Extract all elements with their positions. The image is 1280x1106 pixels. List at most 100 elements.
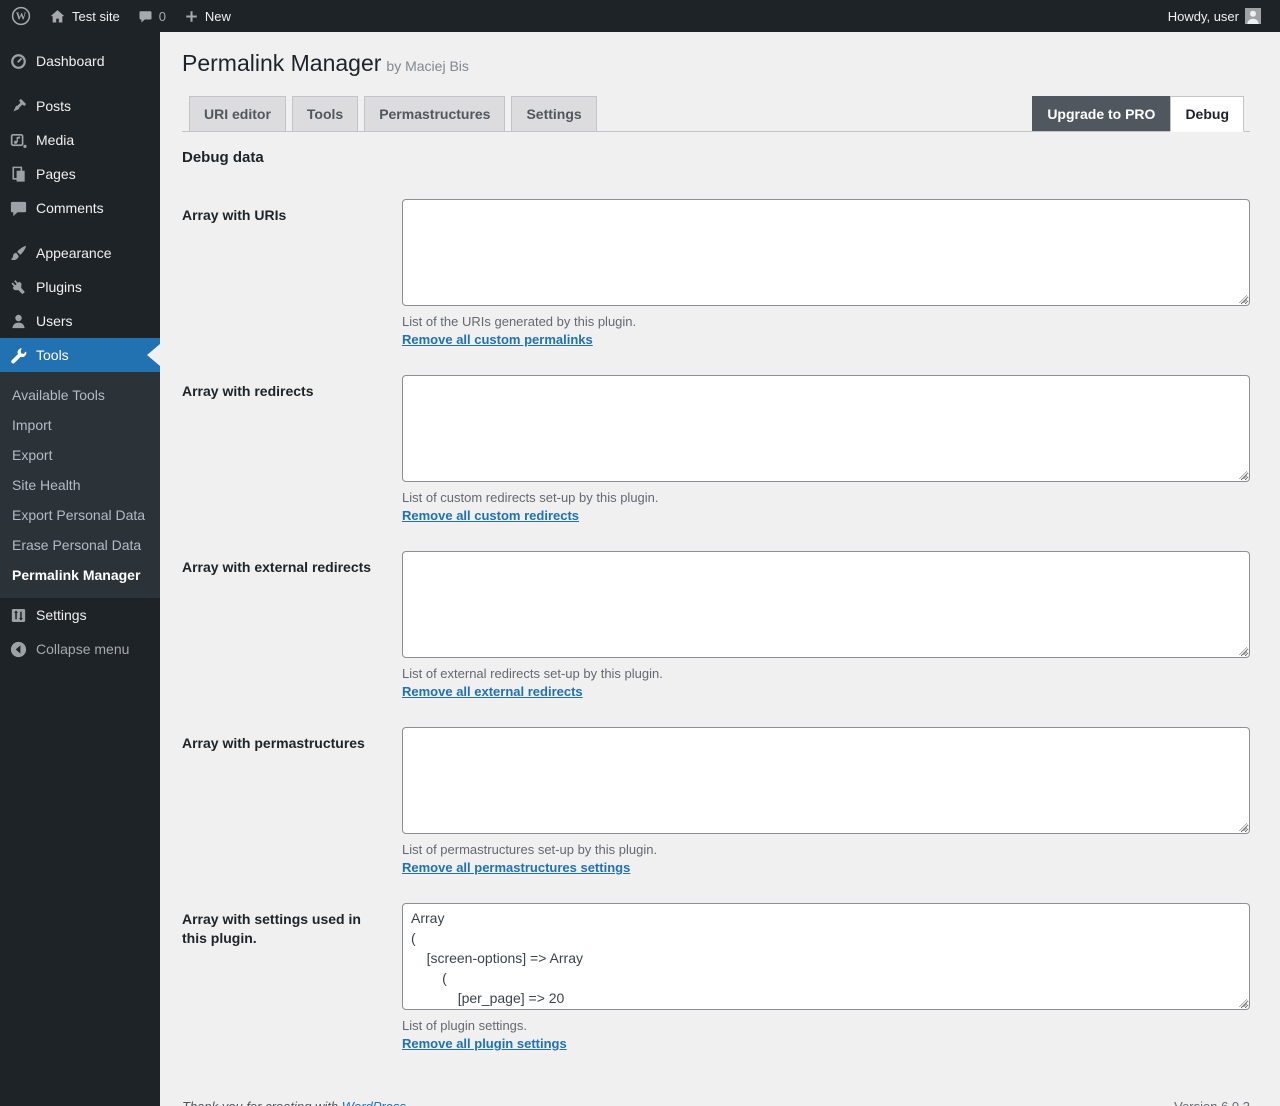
tab-settings[interactable]: Settings bbox=[511, 96, 596, 131]
plugin-title: Permalink Manager bbox=[182, 50, 381, 76]
sidebar-item-label: Users bbox=[36, 313, 73, 329]
row-array-with-settings: Array with settings used in this plugin.… bbox=[182, 903, 1250, 1053]
comments-count: 0 bbox=[159, 9, 166, 24]
user-icon bbox=[8, 311, 28, 331]
admin-bar: W Test site 0 New Howdy, user bbox=[0, 0, 1280, 32]
row-array-with-external-redirects: Array with external redirects List of ex… bbox=[182, 551, 1250, 701]
tab-uri-editor[interactable]: URI editor bbox=[189, 96, 286, 131]
collapse-menu-button[interactable]: Collapse menu bbox=[0, 632, 160, 666]
row-label: Array with settings used in this plugin. bbox=[182, 903, 402, 1053]
howdy-label: Howdy, user bbox=[1168, 9, 1239, 24]
sidebar-item-label: Media bbox=[36, 132, 74, 148]
sidebar-item-appearance[interactable]: Appearance bbox=[0, 236, 160, 270]
submenu-export-personal-data[interactable]: Export Personal Data bbox=[0, 500, 160, 530]
sidebar-item-settings[interactable]: Settings bbox=[0, 598, 160, 632]
remove-permastructures-settings-link[interactable]: Remove all permastructures settings bbox=[402, 860, 630, 876]
sliders-icon bbox=[8, 605, 28, 625]
sidebar-item-tools[interactable]: Tools bbox=[0, 338, 160, 372]
pages-icon bbox=[8, 164, 28, 184]
row-description: List of permastructures set-up by this p… bbox=[402, 842, 1250, 858]
menu-separator bbox=[0, 225, 160, 236]
submenu-available-tools[interactable]: Available Tools bbox=[0, 380, 160, 410]
plugin-settings-textarea[interactable]: Array ( [screen-options] => Array ( [per… bbox=[402, 903, 1250, 1010]
row-label: Array with permastructures bbox=[182, 727, 402, 877]
plus-icon bbox=[184, 9, 199, 24]
sidebar-item-media[interactable]: Media bbox=[0, 123, 160, 157]
admin-sidebar: Dashboard Posts Media Pages Comments bbox=[0, 32, 160, 1106]
row-description: List of the URIs generated by this plugi… bbox=[402, 314, 1250, 330]
sidebar-item-label: Comments bbox=[36, 200, 104, 216]
tab-tools[interactable]: Tools bbox=[292, 96, 358, 131]
row-label: Array with external redirects bbox=[182, 551, 402, 701]
sidebar-item-label: Dashboard bbox=[36, 53, 105, 69]
row-array-with-redirects: Array with redirects List of custom redi… bbox=[182, 375, 1250, 525]
plugin-byline: by Maciej Bis bbox=[386, 58, 468, 74]
sidebar-item-dashboard[interactable]: Dashboard bbox=[0, 44, 160, 78]
comments-icon bbox=[8, 198, 28, 218]
footer-thanks-suffix: . bbox=[406, 1099, 410, 1106]
wordpress-logo-icon: W bbox=[11, 6, 31, 26]
new-content-menu[interactable]: New bbox=[175, 0, 240, 32]
comment-bubble-icon bbox=[138, 9, 153, 24]
upgrade-to-pro-button[interactable]: Upgrade to PRO bbox=[1032, 96, 1170, 131]
comments-indicator[interactable]: 0 bbox=[129, 0, 175, 32]
main-content: Permalink Manager by Maciej Bis URI edito… bbox=[160, 32, 1280, 1106]
svg-text:W: W bbox=[16, 12, 27, 23]
sidebar-item-label: Posts bbox=[36, 98, 71, 114]
submenu-site-health[interactable]: Site Health bbox=[0, 470, 160, 500]
my-account-menu[interactable]: Howdy, user bbox=[1159, 0, 1270, 32]
sidebar-item-label: Appearance bbox=[36, 245, 112, 261]
collapse-menu-label: Collapse menu bbox=[36, 641, 129, 657]
submenu-permalink-manager[interactable]: Permalink Manager bbox=[0, 560, 160, 590]
sidebar-item-label: Plugins bbox=[36, 279, 82, 295]
plug-icon bbox=[8, 277, 28, 297]
sidebar-item-comments[interactable]: Comments bbox=[0, 191, 160, 225]
sidebar-item-users[interactable]: Users bbox=[0, 304, 160, 338]
redirects-textarea[interactable] bbox=[402, 375, 1250, 482]
pushpin-icon bbox=[8, 96, 28, 116]
debug-form: Array with URIs List of the URIs generat… bbox=[182, 199, 1250, 1053]
remove-plugin-settings-link[interactable]: Remove all plugin settings bbox=[402, 1036, 567, 1052]
site-name-menu[interactable]: Test site bbox=[40, 0, 129, 32]
tab-debug[interactable]: Debug bbox=[1170, 96, 1244, 132]
external-redirects-textarea[interactable] bbox=[402, 551, 1250, 658]
nav-tabs: URI editor Tools Permastructures Setting… bbox=[182, 96, 1250, 132]
submenu-import[interactable]: Import bbox=[0, 410, 160, 440]
row-description: List of external redirects set-up by thi… bbox=[402, 666, 1250, 682]
admin-footer: Thank you for creating with WordPress. V… bbox=[182, 1099, 1250, 1106]
dashboard-icon bbox=[8, 51, 28, 71]
uris-textarea[interactable] bbox=[402, 199, 1250, 306]
footer-version: Version 6.0.3 bbox=[1174, 1099, 1250, 1106]
row-label: Array with redirects bbox=[182, 375, 402, 525]
site-name-label: Test site bbox=[72, 9, 120, 24]
footer-thanks-prefix: Thank you for creating with bbox=[182, 1099, 342, 1106]
wrench-icon bbox=[8, 345, 28, 365]
tab-permastructures[interactable]: Permastructures bbox=[364, 96, 505, 131]
submenu-erase-personal-data[interactable]: Erase Personal Data bbox=[0, 530, 160, 560]
sidebar-item-pages[interactable]: Pages bbox=[0, 157, 160, 191]
sidebar-item-posts[interactable]: Posts bbox=[0, 89, 160, 123]
row-description: List of plugin settings. bbox=[402, 1018, 1250, 1034]
row-label: Array with URIs bbox=[182, 199, 402, 349]
home-icon bbox=[49, 8, 66, 25]
sidebar-item-label: Pages bbox=[36, 166, 76, 182]
new-label: New bbox=[205, 9, 231, 24]
wordpress-logo-menu[interactable]: W bbox=[2, 0, 40, 32]
row-description: List of custom redirects set-up by this … bbox=[402, 490, 1250, 506]
debug-heading: Debug data bbox=[182, 149, 1250, 166]
paintbrush-icon bbox=[8, 243, 28, 263]
footer-thanks: Thank you for creating with WordPress. bbox=[182, 1099, 410, 1106]
collapse-arrow-icon bbox=[8, 639, 28, 659]
wordpress-link[interactable]: WordPress bbox=[342, 1099, 406, 1106]
submenu-export[interactable]: Export bbox=[0, 440, 160, 470]
row-array-with-permastructures: Array with permastructures List of perma… bbox=[182, 727, 1250, 877]
row-array-with-uris: Array with URIs List of the URIs generat… bbox=[182, 199, 1250, 349]
remove-custom-redirects-link[interactable]: Remove all custom redirects bbox=[402, 508, 579, 524]
sidebar-item-plugins[interactable]: Plugins bbox=[0, 270, 160, 304]
sidebar-item-label: Tools bbox=[36, 347, 69, 363]
remove-external-redirects-link[interactable]: Remove all external redirects bbox=[402, 684, 583, 700]
media-icon bbox=[8, 130, 28, 150]
menu-separator bbox=[0, 78, 160, 89]
permastructures-textarea[interactable] bbox=[402, 727, 1250, 834]
remove-custom-permalinks-link[interactable]: Remove all custom permalinks bbox=[402, 332, 593, 348]
